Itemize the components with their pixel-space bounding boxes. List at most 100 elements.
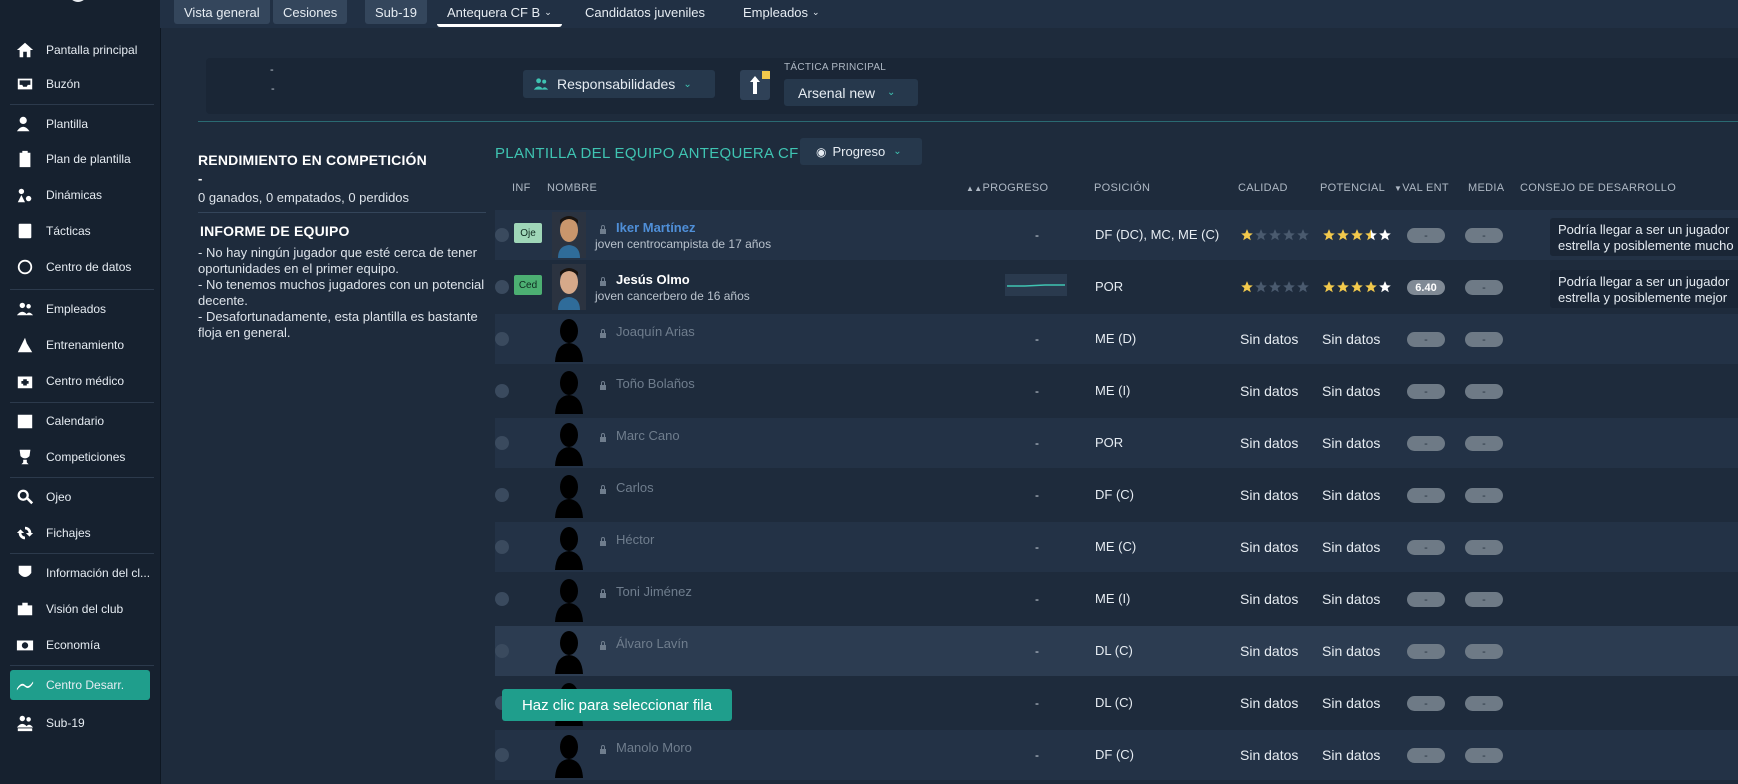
view-selector-button[interactable]: ◉ Progreso ⌄ <box>800 138 922 165</box>
col-header-inf[interactable]: INF <box>512 182 531 194</box>
player-position: DF (C) <box>1095 487 1134 502</box>
progress-sparkline <box>1005 274 1067 296</box>
u19-icon <box>15 713 35 733</box>
sidebar-item-medical[interactable]: Centro médico <box>0 366 160 396</box>
col-header-value[interactable]: ▼VAL ENT <box>1394 182 1449 194</box>
lock-icon <box>600 329 606 338</box>
current-value-pill: - <box>1407 436 1445 451</box>
tab-loans[interactable]: Cesiones <box>273 0 348 24</box>
table-row[interactable]: Marc Cano - POR Sin datos Sin datos - - <box>495 418 1738 468</box>
player-silhouette-icon <box>555 631 583 674</box>
col-header-potential[interactable]: POTENCIAL <box>1320 182 1385 194</box>
tab-reserve-team[interactable]: Antequera CF B ⌄ <box>437 0 562 27</box>
sidebar-item-squad-plan[interactable]: Plan de plantilla <box>0 144 160 174</box>
player-description: joven centrocampista de 17 años <box>595 237 772 251</box>
tab-u19[interactable]: Sub-19 <box>365 0 427 24</box>
player-name[interactable]: Álvaro Lavín <box>616 636 688 651</box>
player-name[interactable]: Carlos <box>616 480 654 495</box>
select-check-icon[interactable] <box>495 592 509 606</box>
table-row[interactable]: Toño Bolaños - ME (I) Sin datos Sin datos - - <box>495 366 1738 416</box>
tactics-icon <box>15 221 35 241</box>
sidebar-item-competitions[interactable]: Competiciones <box>0 442 160 472</box>
player-name[interactable]: Toni Jiménez <box>616 584 692 599</box>
potential-stars <box>1322 228 1392 242</box>
sidebar-item-club-info[interactable]: Información del cl... <box>0 558 160 588</box>
sidebar-item-label: Economía <box>46 638 101 652</box>
star-icon <box>1351 281 1363 293</box>
table-row[interactable]: Álvaro Lavín - DL (C) Sin datos Sin datos - - <box>495 626 1738 676</box>
sidebar-item-club-vision[interactable]: Visión del club <box>0 594 160 624</box>
tab-label: Antequera CF B <box>447 4 541 20</box>
table-row[interactable]: Héctor - ME (C) Sin datos Sin datos - - <box>495 522 1738 572</box>
potential-value: Sin datos <box>1322 591 1381 607</box>
col-header-progress[interactable]: ▲▲PROGRESO <box>966 182 1048 194</box>
col-header-quality[interactable]: CALIDAD <box>1238 182 1288 194</box>
dynamics-icon <box>15 185 35 205</box>
current-value-pill: - <box>1407 644 1445 659</box>
col-header-name[interactable]: NOMBRE <box>547 182 597 194</box>
sidebar-item-home[interactable]: Pantalla principal <box>0 35 160 65</box>
player-name[interactable]: Iker Martínez <box>616 220 695 235</box>
player-name[interactable]: Marc Cano <box>616 428 680 443</box>
transfers-icon <box>15 523 35 543</box>
col-header-average[interactable]: MEDIA <box>1468 182 1504 194</box>
table-row[interactable]: Joaquín Arias - ME (D) Sin datos Sin datos - - <box>495 314 1738 364</box>
sidebar-item-scouting[interactable]: Ojeo <box>0 482 160 512</box>
player-name[interactable]: Joaquín Arias <box>616 324 695 339</box>
sidebar-item-data-center[interactable]: Centro de datos <box>0 252 160 282</box>
col-header-position[interactable]: POSICIÓN <box>1094 182 1150 194</box>
potential-value: Sin datos <box>1322 487 1381 503</box>
tab-overview[interactable]: Vista general <box>174 0 270 24</box>
select-check-icon[interactable] <box>495 436 509 450</box>
main-tactic-selector[interactable]: Arsenal new ⌄ <box>784 79 918 106</box>
select-check-icon[interactable] <box>495 332 509 346</box>
potential-value: Sin datos <box>1322 695 1381 711</box>
tab-youth-candidates[interactable]: Candidatos juveniles <box>575 0 715 24</box>
training-icon <box>15 335 35 355</box>
finance-icon <box>15 635 35 655</box>
sidebar-item-u19[interactable]: Sub-19 <box>0 708 160 738</box>
average-pill: - <box>1465 436 1503 451</box>
select-check-icon[interactable] <box>495 280 509 294</box>
table-row[interactable]: Carlos - DF (C) Sin datos Sin datos - - <box>495 470 1738 520</box>
sidebar-item-inbox[interactable]: Buzón <box>0 69 160 99</box>
sidebar-item-calendar[interactable]: Calendario <box>0 406 160 436</box>
table-row[interactable]: Toni Jiménez - ME (I) Sin datos Sin datos - - <box>495 574 1738 624</box>
sidebar-item-dynamics[interactable]: Dinámicas <box>0 180 160 210</box>
sidebar-item-staff[interactable]: Empleados <box>0 294 160 324</box>
divider <box>198 121 1738 122</box>
select-check-icon[interactable] <box>495 540 509 554</box>
average-pill: - <box>1465 592 1503 607</box>
table-row[interactable]: Ced Jesús Olmo joven cancerbero de 16 años… <box>495 262 1738 312</box>
sidebar-item-training[interactable]: Entrenamiento <box>0 330 160 360</box>
tab-staff[interactable]: Empleados ⌄ <box>733 0 830 24</box>
potential-value: Sin datos <box>1322 435 1381 451</box>
sidebar-item-finance[interactable]: Economía <box>0 630 160 660</box>
star-icon <box>1351 229 1363 241</box>
sidebar-item-squad[interactable]: Plantilla <box>0 109 160 139</box>
sidebar-item-label: Plan de plantilla <box>46 152 131 166</box>
select-check-icon[interactable] <box>495 488 509 502</box>
table-row[interactable]: Oje Iker Martínez joven centrocampista de … <box>495 210 1738 260</box>
player-name[interactable]: Manolo Moro <box>616 740 692 755</box>
table-row[interactable]: Manolo Moro - DF (C) Sin datos Sin datos - - <box>495 730 1738 780</box>
responsibilities-button[interactable]: Responsabilidades ⌄ <box>523 70 715 98</box>
select-check-icon[interactable] <box>495 748 509 762</box>
sidebar-item-development[interactable]: Centro Desarr. <box>10 670 150 700</box>
sidebar-item-transfers[interactable]: Fichajes <box>0 518 160 548</box>
sidebar-item-label: Centro médico <box>46 374 125 388</box>
player-name[interactable]: Jesús Olmo <box>616 272 690 287</box>
star-icon <box>1323 281 1335 293</box>
sidebar-item-label: Centro Desarr. <box>46 678 125 692</box>
col-header-advice[interactable]: CONSEJO DE DESARROLLO <box>1520 182 1676 194</box>
select-check-icon[interactable] <box>495 384 509 398</box>
sidebar-item-tactics[interactable]: Tácticas <box>0 216 160 246</box>
player-position: ME (C) <box>1095 539 1137 554</box>
player-name[interactable]: Héctor <box>616 532 654 547</box>
select-check-icon[interactable] <box>495 228 509 242</box>
quality-stars <box>1240 280 1310 294</box>
player-name[interactable]: Toño Bolaños <box>616 376 695 391</box>
info-dash-2: - <box>271 83 275 95</box>
tactic-icon[interactable] <box>740 70 770 100</box>
select-check-icon[interactable] <box>495 644 509 658</box>
